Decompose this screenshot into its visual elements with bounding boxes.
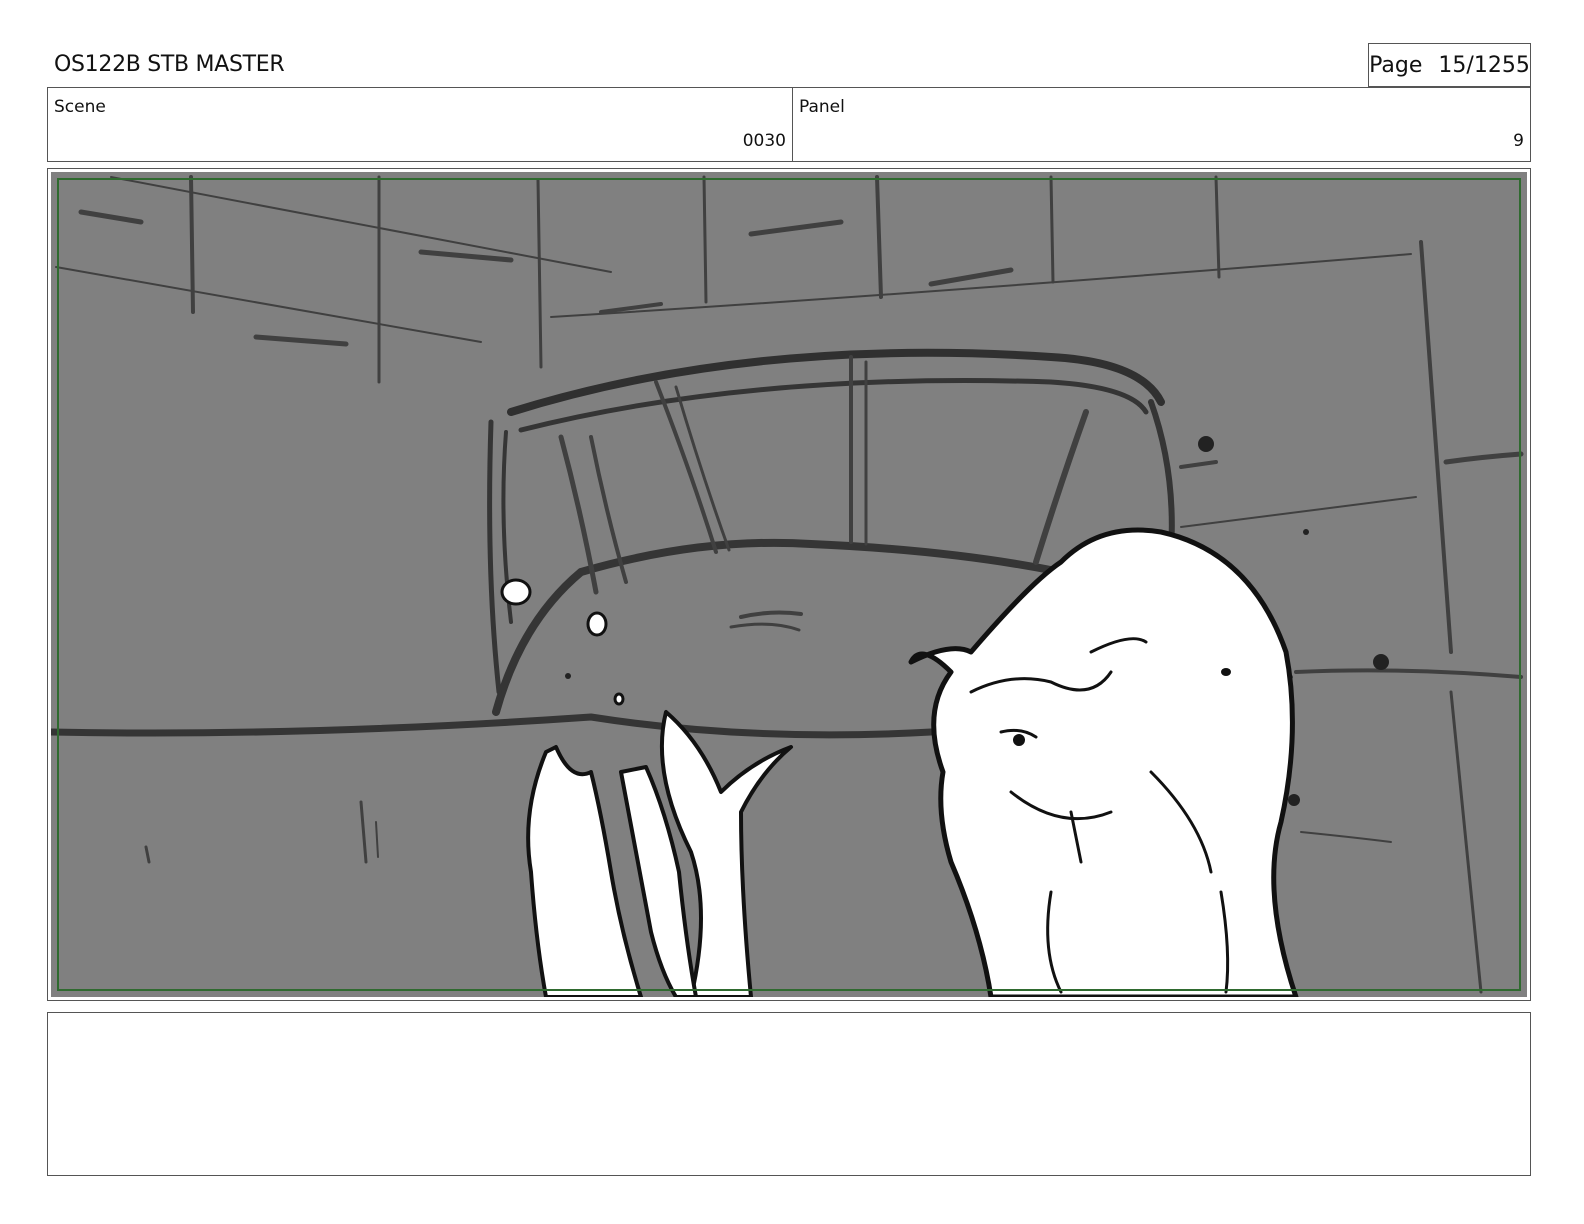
sketch-illustration <box>51 175 1524 997</box>
storyboard-drawing <box>51 172 1527 997</box>
notes-box <box>47 1012 1531 1176</box>
panel-cell: Panel 9 <box>793 88 1530 161</box>
scene-panel-row: Scene 0030 Panel 9 <box>47 87 1531 162</box>
scene-label: Scene <box>54 97 106 117</box>
page-indicator: Page 15/1255 <box>1368 43 1531 87</box>
document-title: OS122B STB MASTER <box>54 52 285 77</box>
scene-cell: Scene 0030 <box>48 88 793 161</box>
page-number: 15/1255 <box>1438 52 1530 78</box>
panel-value: 9 <box>1513 131 1524 151</box>
storyboard-frame <box>47 168 1531 1001</box>
scene-value: 0030 <box>742 131 786 151</box>
panel-label: Panel <box>799 97 845 117</box>
page-label: Page <box>1369 52 1423 78</box>
